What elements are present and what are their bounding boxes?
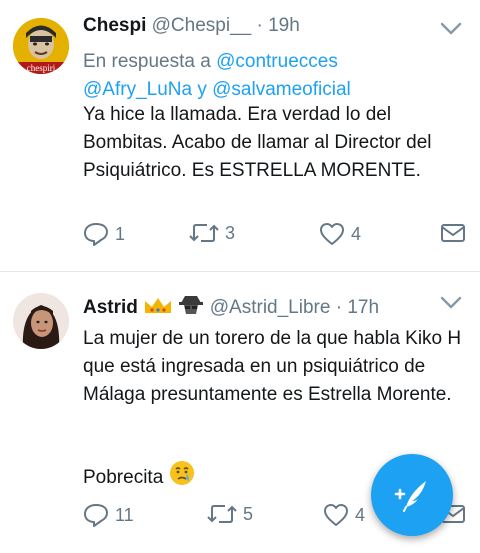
reply-icon: [84, 223, 108, 246]
retweet-button[interactable]: 3: [189, 222, 235, 244]
avatar-logo-text: chespiri: [27, 63, 56, 73]
compose-tweet-icon: [394, 481, 426, 512]
display-name[interactable]: Astrid: [83, 297, 138, 318]
heart-icon: [320, 223, 344, 245]
separator-dot: ·: [335, 297, 343, 318]
direct-message-button[interactable]: [440, 222, 466, 244]
user-handle[interactable]: @Astrid_Libre: [210, 297, 331, 318]
tweet-text: La mujer de un torero de la que habla Ki…: [83, 328, 462, 405]
reply-button[interactable]: 11: [83, 503, 134, 527]
tweet-divider: [0, 271, 480, 272]
timestamp[interactable]: 17h: [347, 297, 379, 318]
retweet-count: 3: [225, 222, 236, 243]
timestamp[interactable]: 19h: [268, 15, 300, 36]
avatar[interactable]: chespiri: [13, 18, 69, 74]
reply-context: En respuesta a @contruecces @Afry_LuNa y…: [83, 48, 463, 104]
mention-link[interactable]: @Afry_LuNa: [83, 79, 192, 100]
avatar[interactable]: [13, 293, 69, 349]
reply-join: y: [197, 79, 207, 100]
envelope-icon: [441, 224, 465, 242]
separator-dot: ·: [256, 15, 263, 36]
user-handle[interactable]: @Chespi__: [152, 15, 252, 36]
tweet[interactable]: chespiri Chespi @Chespi__ · 19h En respu…: [0, 0, 480, 272]
reply-icon: [84, 504, 108, 527]
tweet-text-continued: Pobrecita: [83, 460, 195, 492]
reply-count: 1: [115, 223, 126, 244]
tweet-text: Ya hice la llamada. Era verdad lo del Bo…: [83, 104, 432, 181]
chevron-down-icon[interactable]: [440, 22, 462, 36]
like-count: 4: [351, 223, 362, 244]
display-name[interactable]: Chespi: [83, 15, 146, 36]
spy-icon: [179, 296, 204, 314]
like-button[interactable]: 4: [319, 222, 361, 246]
compose-tweet-button[interactable]: [371, 454, 453, 536]
tweet-actions: 1 3 4: [83, 222, 468, 252]
retweet-icon: [189, 224, 219, 242]
mention-link[interactable]: @salvameoficial: [212, 79, 351, 100]
like-button[interactable]: 4: [323, 503, 365, 527]
heart-icon: [324, 504, 348, 526]
tweet-text-line: Pobrecita: [83, 467, 164, 488]
crown-icon: [145, 298, 172, 313]
tweet-header: Chespi @Chespi__ · 19h: [83, 15, 440, 37]
retweet-button[interactable]: 5: [207, 503, 253, 525]
mention-link[interactable]: @contruecces: [216, 51, 338, 72]
retweet-icon: [207, 505, 237, 523]
crying-face-emoji: [169, 461, 194, 485]
reply-prefix: En respuesta a: [83, 51, 211, 72]
retweet-count: 5: [243, 503, 254, 524]
reply-count: 11: [115, 504, 134, 525]
tweet-header: Astrid @Astrid_Libre · 17h: [83, 294, 440, 319]
chevron-down-icon[interactable]: [440, 296, 462, 310]
reply-button[interactable]: 1: [83, 222, 125, 246]
like-count: 4: [355, 504, 366, 525]
